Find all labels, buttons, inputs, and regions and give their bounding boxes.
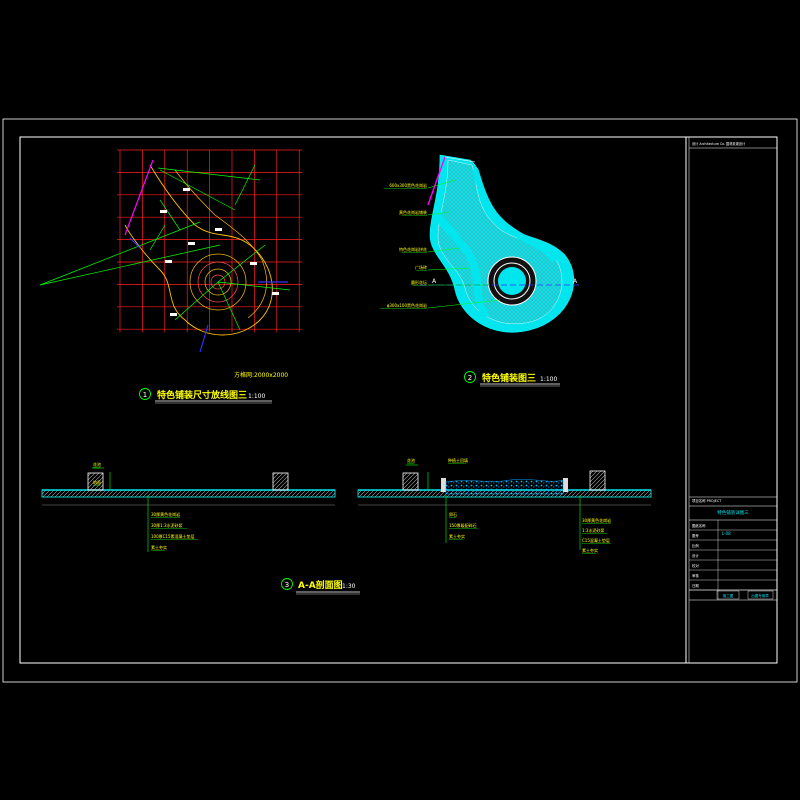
stamp-right-text: 出图专用章 bbox=[751, 593, 769, 598]
stamp-left-text: 施工图 bbox=[723, 593, 734, 598]
pebble-bed bbox=[445, 479, 564, 495]
plan-2-title: 特色铺装图三 bbox=[482, 372, 536, 384]
section-right-label-2: C15混凝土垫层 bbox=[582, 537, 610, 543]
plan-2-title-group: 2 特色铺装图三 1:100 bbox=[464, 371, 560, 387]
plan-1-title-group: 1 特色铺装尺寸放线图三 1:100 bbox=[139, 388, 272, 404]
outer-frame bbox=[2, 118, 798, 683]
cad-drawing-sheet: 方格网:2000x2000 1 特色铺装尺寸放线图三 1:100 A A 600… bbox=[2, 118, 798, 683]
blue-markers bbox=[129, 237, 288, 353]
section-right-curb-2 bbox=[563, 478, 568, 492]
section-right-wall-2 bbox=[589, 470, 606, 491]
plan-2-scale: 1:100 bbox=[540, 376, 557, 383]
tb-row-label-1: 图号 bbox=[692, 533, 699, 538]
title-block-drawing-no: L-08 bbox=[722, 531, 731, 536]
section-mid-label-0: 卵石 bbox=[449, 511, 457, 517]
dimension-tags bbox=[160, 188, 279, 316]
section-mark-left: A bbox=[432, 278, 437, 285]
plan-1-title: 特色铺装尺寸放线图三 bbox=[157, 389, 247, 401]
plan-1-scale: 1:100 bbox=[248, 393, 265, 400]
section-right-label-list: 30厚黄色花岗岩 1:3水泥砂浆 C15混凝土垫层素土夯实 bbox=[582, 517, 611, 554]
title-block-header: 设计 Architecture Co. 园林景观设计 bbox=[692, 141, 746, 146]
title-block-project: 项目名称 PROJECT bbox=[692, 498, 722, 503]
plan2-label-1: 黄色花岗岩铺装 bbox=[399, 209, 427, 215]
section-left-wall-2 bbox=[272, 472, 289, 491]
plan-2-number: 2 bbox=[468, 374, 472, 382]
section-number: 3 bbox=[285, 581, 289, 589]
plan2-label-0: 600x300黑色花岗岩 bbox=[389, 182, 427, 188]
grid-lines bbox=[117, 149, 303, 333]
section-right-wall-1 bbox=[402, 472, 419, 491]
tb-row-label-5: 审核 bbox=[692, 573, 699, 578]
tb-row-label-3: 设计 bbox=[692, 553, 699, 558]
section-left-label-list: 30厚黄色花岗岩 30厚1:3水泥砂浆 100厚C15素混凝土垫层素土夯实 bbox=[151, 511, 198, 551]
title-block-rows: 图纸名称图号比例设计校对审核日期 bbox=[689, 520, 777, 600]
section-mid-label-1: 150厚级配碎石 bbox=[449, 522, 477, 528]
section-right: 花池 种植土回填 卵石150厚级配碎石素土夯实 30厚黄色花岗岩1:3水泥砂浆C1… bbox=[357, 457, 652, 554]
section-right-top-0: 花池 bbox=[407, 457, 415, 463]
section-mark-right: A bbox=[573, 278, 578, 285]
plan-2-label-list: 600x300黑色花岗岩黄色花岗岩铺装特色花岗岩拼花广场砖圆形花坛 φ300x10… bbox=[380, 182, 427, 309]
plan2-label-2: 特色花岗岩拼花 bbox=[399, 246, 427, 252]
inner-frame bbox=[19, 136, 778, 664]
plan2-label-3: 广场砖 bbox=[415, 264, 427, 270]
section-right-label-3: 素土夯实 bbox=[582, 547, 598, 553]
tb-row-label-2: 比例 bbox=[692, 543, 699, 548]
section-right-top-1: 种植土回填 bbox=[448, 457, 468, 463]
section-right-curb-1 bbox=[441, 478, 446, 492]
section-right-label-0: 30厚黄色花岗岩 bbox=[582, 517, 611, 523]
grid-note: 方格网:2000x2000 bbox=[234, 371, 288, 379]
section-left-label-0: 30厚黄色花岗岩 bbox=[151, 511, 180, 517]
plan-2-paving: A A 600x300黑色花岗岩黄色花岗岩铺装特色花岗岩拼花广场砖圆形花坛 φ30… bbox=[380, 154, 580, 333]
section-left-top-1: 地面 bbox=[93, 479, 101, 485]
section-right-label-1: 1:3水泥砂浆 bbox=[582, 527, 604, 533]
section-title-group: 3 A-A剖面图 1:30 bbox=[281, 578, 360, 595]
round-planter-center bbox=[498, 267, 526, 295]
section-mid-label-list: 卵石 150厚级配碎石素土夯实 bbox=[449, 511, 478, 540]
tb-row-label-4: 校对 bbox=[692, 563, 699, 568]
section-left-ground bbox=[41, 489, 336, 498]
section-left-top-0: 花池 bbox=[93, 461, 101, 467]
plan-1-grid-layout: 方格网:2000x2000 bbox=[39, 149, 303, 379]
section-right-top-labels: 花池 种植土回填 bbox=[407, 457, 468, 464]
paving-edge-magenta bbox=[124, 159, 154, 236]
section-left-label-1: 30厚1:3水泥砂浆 bbox=[151, 522, 183, 528]
tb-row-label-0: 图纸名称 bbox=[692, 523, 706, 528]
section-title: A-A剖面图 bbox=[298, 579, 343, 591]
title-block: 设计 Architecture Co. 园林景观设计 项目名称 PROJECT … bbox=[689, 141, 777, 601]
section-scale: 1:30 bbox=[342, 583, 356, 590]
plan2-label-4: 圆形花坛 bbox=[411, 279, 427, 285]
section-mid-label-2: 素土夯实 bbox=[449, 533, 465, 539]
plan-1-number: 1 bbox=[143, 391, 147, 399]
title-block-drawing-title: 特色铺装详图三 bbox=[717, 509, 749, 516]
section-left-label-3: 素土夯实 bbox=[151, 544, 167, 550]
tb-row-label-6: 日期 bbox=[692, 583, 699, 588]
section-left-label-2: 100厚C15素混凝土垫层 bbox=[151, 533, 195, 539]
plan2-label-5: φ300x100黑色花岗岩 bbox=[387, 302, 427, 308]
section-left: 花池地面 30厚黄色花岗岩 30厚1:3水泥砂浆 100厚C15素混凝土垫层素土夯实 bbox=[41, 461, 336, 552]
